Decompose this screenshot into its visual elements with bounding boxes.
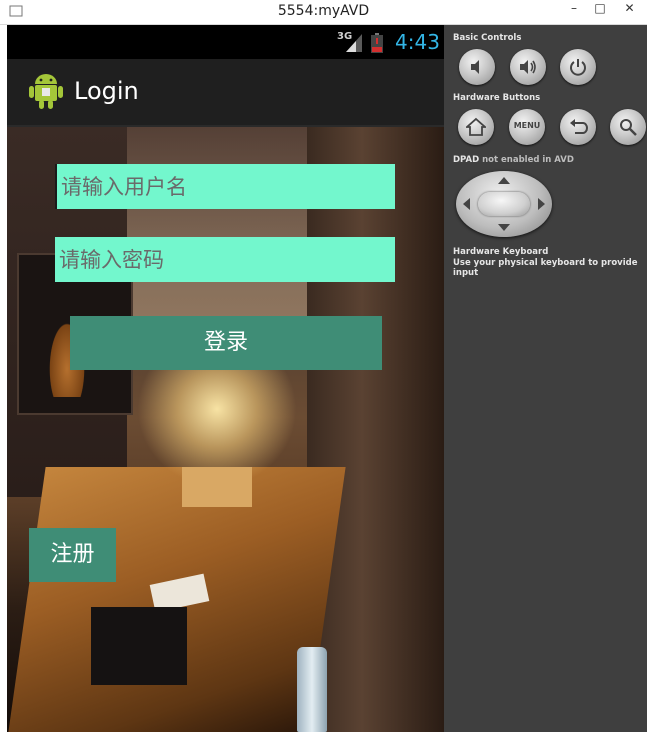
back-icon <box>570 119 588 134</box>
dpad-right-icon[interactable] <box>538 198 545 210</box>
dpad-heading: DPAD not enabled in AVD <box>453 155 574 165</box>
back-button[interactable] <box>560 109 596 145</box>
background-photo-shelf <box>182 467 252 507</box>
search-icon <box>620 119 637 136</box>
android-icon <box>29 74 63 109</box>
keyboard-heading: Hardware Keyboard <box>453 247 549 257</box>
window-title: 5554:myAVD <box>277 3 370 19</box>
status-clock: 4:43 <box>395 30 440 54</box>
emulator-screen[interactable]: 3G 4:43 Login 请输入用户名 登录 注册 <box>7 25 444 732</box>
background-photo-box <box>91 607 187 685</box>
login-screen-content: 登录 注册 <box>7 127 444 732</box>
volume-up-button[interactable] <box>510 49 546 85</box>
dpad-left-icon[interactable] <box>463 198 470 210</box>
menu-button-label: MENU <box>513 121 541 130</box>
register-button[interactable]: 注册 <box>29 528 116 582</box>
status-bar: 3G 4:43 <box>7 25 444 59</box>
basic-controls-heading: Basic Controls <box>453 33 522 43</box>
keyboard-note: Use your physical keyboard to provide in… <box>453 258 638 278</box>
dpad-control[interactable] <box>456 171 552 237</box>
maximize-button[interactable]: □ <box>586 0 614 18</box>
volume-down-icon <box>471 60 479 74</box>
dpad-center-button[interactable] <box>478 192 530 216</box>
menu-button[interactable]: MENU <box>509 109 545 145</box>
close-button[interactable]: ✕ <box>612 0 647 18</box>
home-button[interactable] <box>458 109 494 145</box>
background-photo-bottle <box>297 647 327 732</box>
app-title: Login <box>74 77 139 105</box>
signal-icon <box>346 34 362 52</box>
hardware-buttons-heading: Hardware Buttons <box>453 93 541 103</box>
window-titlebar: 5554:myAVD – □ ✕ <box>0 0 647 25</box>
home-icon <box>466 117 486 136</box>
volume-up-icon <box>520 60 536 74</box>
dpad-label: DPAD <box>453 155 480 165</box>
dpad-note: not enabled in AVD <box>482 155 574 165</box>
background-photo-curtain <box>307 127 444 732</box>
username-input[interactable] <box>55 164 395 209</box>
battery-icon <box>371 33 383 53</box>
emulator-controls-panel: Basic Controls Hardware Buttons MENU DPA… <box>444 25 647 732</box>
dpad-up-icon[interactable] <box>498 177 510 184</box>
search-button[interactable] <box>610 109 646 145</box>
action-bar: Login <box>7 59 444 127</box>
power-button[interactable] <box>560 49 596 85</box>
password-input[interactable] <box>55 237 395 282</box>
dpad-down-icon[interactable] <box>498 224 510 231</box>
power-icon <box>570 59 586 76</box>
login-button[interactable]: 登录 <box>70 316 382 370</box>
volume-down-button[interactable] <box>459 49 495 85</box>
minimize-button[interactable]: – <box>560 0 588 18</box>
